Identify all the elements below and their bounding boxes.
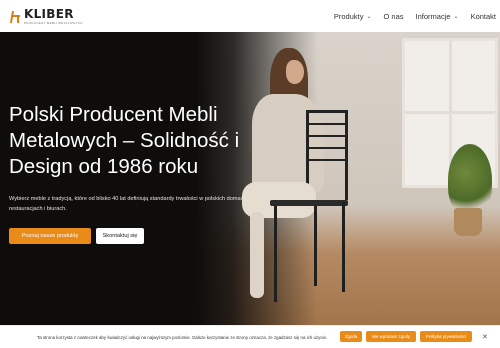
- logo[interactable]: KLIBER PRODUCENT MEBLI METALOWYCH: [9, 0, 83, 32]
- plant-image: [448, 144, 492, 216]
- brand-name: KLIBER: [24, 6, 74, 21]
- nav-item-label: Kontakt: [470, 11, 496, 21]
- chevron-down-icon: ⌄: [366, 13, 372, 20]
- site-header: KLIBER PRODUCENT MEBLI METALOWYCH Produk…: [0, 0, 500, 32]
- privacy-policy-button[interactable]: Polityka prywatności: [420, 331, 472, 342]
- nav-item-label: Informacje: [415, 11, 451, 21]
- cookie-accept-button[interactable]: Zgoda: [340, 331, 362, 342]
- nav-item-produkty[interactable]: Produkty ⌄: [334, 12, 372, 21]
- hero-title: Polski Producent Mebli Metalowych – Soli…: [9, 103, 240, 178]
- hero-content: Polski Producent Mebli Metalowych – Soli…: [9, 102, 259, 244]
- nav-item-informacje[interactable]: Informacje ⌄: [416, 12, 459, 21]
- brand-tagline: PRODUCENT MEBLI METALOWYCH: [24, 20, 83, 25]
- nav-item-label: Produkty: [333, 11, 364, 21]
- contact-button[interactable]: Skontaktuj się: [96, 228, 144, 244]
- plant-pot-image: [454, 208, 482, 236]
- cookie-reject-button[interactable]: Nie wyrażam zgody: [366, 331, 416, 342]
- nav-item-kontakt[interactable]: Kontakt: [471, 12, 496, 21]
- cookie-bar: Ta strona korzysta z ciasteczek aby świa…: [0, 325, 500, 348]
- hero-subtitle: Wybierz meble z tradycją, które od blisk…: [9, 196, 249, 212]
- nav-item-o-nas[interactable]: O nas: [384, 12, 404, 21]
- cookie-text: Ta strona korzysta z ciasteczek aby świa…: [37, 335, 328, 340]
- close-icon[interactable]: ✕: [482, 333, 488, 341]
- chair-logo-icon: [9, 9, 21, 23]
- hero-section: Polski Producent Mebli Metalowych – Soli…: [0, 32, 500, 348]
- explore-products-button[interactable]: Poznaj nasze produkty: [9, 228, 91, 244]
- hero-buttons: Poznaj nasze produkty Skontaktuj się: [9, 228, 259, 244]
- nav-item-label: O nas: [383, 11, 404, 21]
- main-nav: Produkty ⌄ O nas Informacje ⌄ Kontakt: [322, 0, 496, 32]
- chevron-down-icon: ⌄: [453, 13, 459, 20]
